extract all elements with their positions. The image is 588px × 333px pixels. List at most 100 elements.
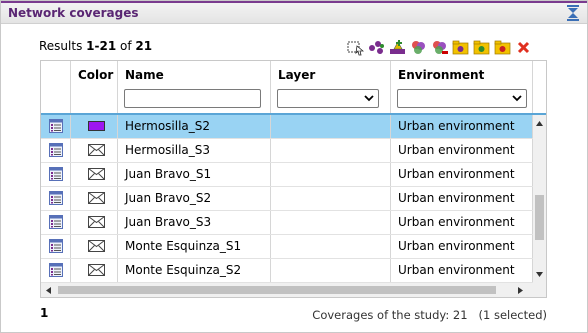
header-name[interactable]: Name — [118, 61, 271, 113]
add-coverage-icon[interactable] — [389, 39, 406, 56]
envelope-icon[interactable] — [88, 192, 105, 204]
row-color-cell[interactable] — [71, 187, 118, 210]
row-environment-cell[interactable]: Urban environment — [391, 259, 533, 282]
page-number[interactable]: 1 — [40, 306, 48, 320]
properties-list-icon[interactable] — [49, 191, 63, 205]
results-prefix: Results — [39, 39, 87, 53]
scroll-left-icon[interactable] — [46, 287, 51, 294]
vertical-scrollbar[interactable] — [533, 115, 546, 283]
horizontal-scrollbar[interactable] — [41, 283, 546, 297]
row-name-cell[interactable]: Juan Bravo_S1 — [118, 163, 271, 186]
row-layer-cell[interactable] — [271, 139, 391, 162]
row-environment-cell[interactable]: Urban environment — [391, 115, 533, 138]
row-icon-cell[interactable] — [41, 211, 71, 234]
delete-icon[interactable] — [515, 39, 532, 56]
network-coverages-panel: Network coverages Results 1-21 of 21 Col… — [0, 0, 588, 333]
panel-titlebar: Network coverages — [1, 1, 587, 24]
coverage-group-icon[interactable] — [410, 39, 427, 56]
row-layer-cell[interactable] — [271, 235, 391, 258]
row-color-cell[interactable] — [71, 115, 118, 138]
scroll-right-icon[interactable] — [518, 287, 523, 294]
table-row[interactable]: Juan Bravo_S1 Urban environment — [41, 163, 533, 187]
row-environment-cell[interactable]: Urban environment — [391, 235, 533, 258]
row-layer-cell[interactable] — [271, 115, 391, 138]
table-row[interactable]: Juan Bravo_S2 Urban environment — [41, 187, 533, 211]
layer-filter-select[interactable] — [277, 89, 379, 108]
status-text: Coverages of the study: 21 (1 selected) — [312, 308, 547, 322]
row-layer-cell[interactable] — [271, 259, 391, 282]
table-row[interactable]: Monte Esquinza_S1 Urban environment — [41, 235, 533, 259]
header-color[interactable]: Color — [71, 61, 118, 113]
scroll-up-icon[interactable] — [536, 121, 543, 126]
properties-list-icon[interactable] — [49, 215, 63, 229]
row-name-cell[interactable]: Juan Bravo_S2 — [118, 187, 271, 210]
scroll-down-icon[interactable] — [536, 272, 543, 277]
toolbar — [347, 37, 532, 57]
color-swatch[interactable] — [88, 121, 105, 131]
folder-green-icon[interactable] — [473, 39, 490, 56]
envelope-icon[interactable] — [88, 144, 105, 156]
row-layer-cell[interactable] — [271, 187, 391, 210]
row-color-cell[interactable] — [71, 163, 118, 186]
header-icon-column — [41, 61, 71, 113]
table-row[interactable]: Hermosilla_S2 Urban environment — [41, 115, 533, 139]
row-icon-cell[interactable] — [41, 139, 71, 162]
row-layer-cell[interactable] — [271, 211, 391, 234]
horizontal-scroll-thumb[interactable] — [58, 286, 496, 294]
row-icon-cell[interactable] — [41, 115, 71, 138]
envelope-icon[interactable] — [88, 168, 105, 180]
row-environment-cell[interactable]: Urban environment — [391, 139, 533, 162]
row-color-cell[interactable] — [71, 259, 118, 282]
envelope-icon[interactable] — [88, 240, 105, 252]
properties-list-icon[interactable] — [49, 119, 63, 133]
header-layer-label: Layer — [278, 68, 316, 82]
results-total: 21 — [135, 39, 153, 53]
table-row[interactable]: Monte Esquinza_S2 Urban environment — [41, 259, 533, 283]
row-icon-cell[interactable] — [41, 235, 71, 258]
envelope-icon[interactable] — [88, 216, 105, 228]
coverages-grid: Color Name Layer Environment Hermosilla_… — [40, 60, 547, 298]
row-name-cell[interactable]: Monte Esquinza_S2 — [118, 259, 271, 282]
row-name-cell[interactable]: Hermosilla_S3 — [118, 139, 271, 162]
results-range: 1-21 — [86, 39, 117, 53]
row-color-cell[interactable] — [71, 211, 118, 234]
name-filter-input[interactable] — [124, 89, 261, 108]
folder-yellow-icon[interactable] — [452, 39, 469, 56]
coverage-group-remove-icon[interactable] — [431, 39, 448, 56]
results-of: of — [116, 39, 136, 53]
results-summary: Results 1-21 of 21 — [39, 39, 152, 53]
properties-list-icon[interactable] — [49, 167, 63, 181]
chevron-down-icon — [512, 95, 522, 102]
row-color-cell[interactable] — [71, 139, 118, 162]
row-name-cell[interactable]: Hermosilla_S2 — [118, 115, 271, 138]
row-environment-cell[interactable]: Urban environment — [391, 187, 533, 210]
environment-filter-select[interactable] — [397, 89, 527, 108]
row-layer-cell[interactable] — [271, 163, 391, 186]
grid-header: Color Name Layer Environment — [41, 61, 546, 115]
row-icon-cell[interactable] — [41, 187, 71, 210]
envelope-icon[interactable] — [88, 264, 105, 276]
properties-list-icon[interactable] — [49, 143, 63, 157]
table-row[interactable]: Hermosilla_S3 Urban environment — [41, 139, 533, 163]
collapse-icon[interactable] — [567, 5, 579, 21]
vertical-scroll-thumb[interactable] — [535, 195, 544, 240]
properties-list-icon[interactable] — [49, 239, 63, 253]
row-environment-cell[interactable]: Urban environment — [391, 211, 533, 234]
row-icon-cell[interactable] — [41, 259, 71, 282]
folder-red-icon[interactable] — [494, 39, 511, 56]
row-name-cell[interactable]: Monte Esquinza_S1 — [118, 235, 271, 258]
network-nodes-icon[interactable] — [368, 39, 385, 56]
header-name-label: Name — [125, 68, 164, 82]
row-icon-cell[interactable] — [41, 163, 71, 186]
panel-title: Network coverages — [8, 6, 139, 20]
header-layer[interactable]: Layer — [271, 61, 391, 113]
header-environment[interactable]: Environment — [391, 61, 533, 113]
row-environment-cell[interactable]: Urban environment — [391, 163, 533, 186]
select-area-icon[interactable] — [347, 39, 364, 56]
chevron-down-icon — [364, 95, 374, 102]
table-row[interactable]: Juan Bravo_S3 Urban environment — [41, 211, 533, 235]
row-color-cell[interactable] — [71, 235, 118, 258]
header-environment-label: Environment — [398, 68, 485, 82]
properties-list-icon[interactable] — [49, 263, 63, 277]
row-name-cell[interactable]: Juan Bravo_S3 — [118, 211, 271, 234]
